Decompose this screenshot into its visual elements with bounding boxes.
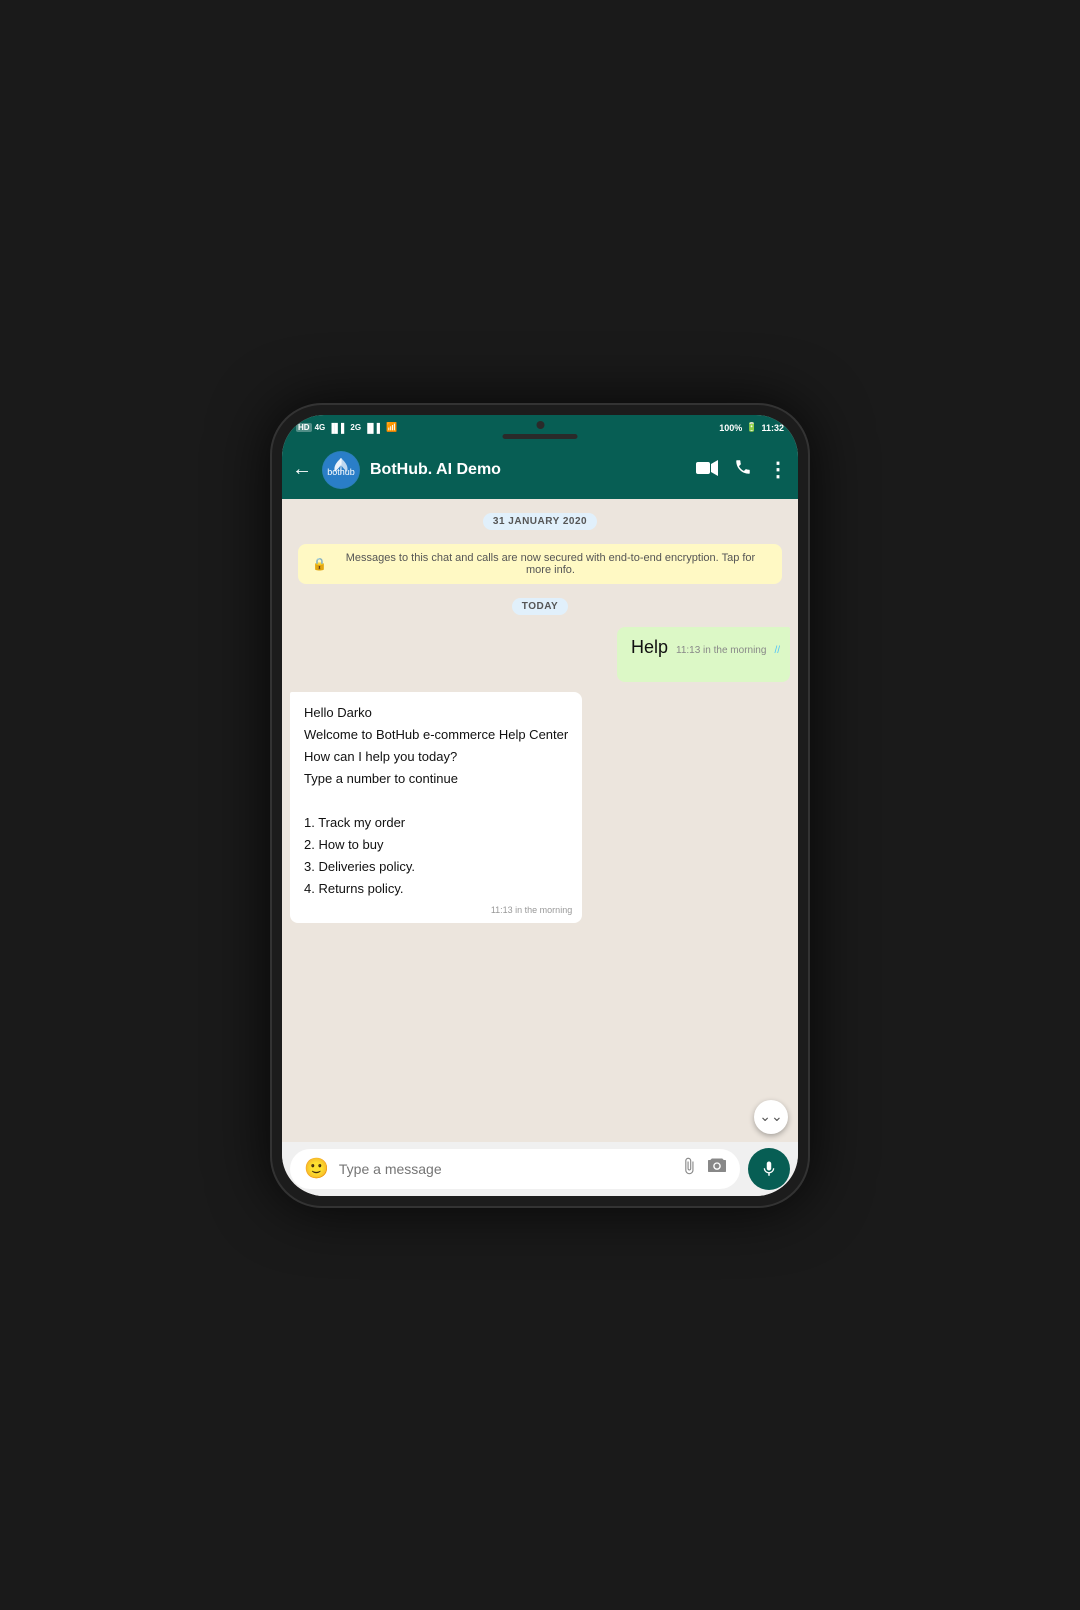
- sent-message-time: 11:13 in the morning: [676, 644, 766, 658]
- hd-indicator: HD: [296, 423, 312, 432]
- encryption-text: Messages to this chat and calls are now …: [333, 552, 768, 576]
- battery-icon: 🔋: [746, 422, 757, 433]
- chat-name: BotHub. AI Demo: [370, 461, 686, 479]
- chat-title-area: BotHub. AI Demo: [370, 461, 686, 479]
- bot-message-bubble: Hello Darko Welcome to BotHub e-commerce…: [290, 692, 582, 923]
- mic-button[interactable]: [748, 1148, 790, 1190]
- emoji-icon[interactable]: 🙂: [304, 1156, 329, 1181]
- network-4g: 4G: [315, 423, 326, 432]
- network-2g: 2G: [350, 423, 361, 432]
- check-marks: //: [774, 644, 780, 658]
- encryption-notice[interactable]: 🔒 Messages to this chat and calls are no…: [298, 544, 782, 584]
- signal-bars-1: ▐▌▌: [328, 423, 347, 433]
- video-call-icon[interactable]: [696, 460, 718, 480]
- bot-welcome: Welcome to BotHub e-commerce Help Center: [304, 724, 568, 746]
- avatar[interactable]: bothub: [322, 451, 360, 489]
- bot-option-1: 1. Track my order: [304, 812, 568, 834]
- scroll-down-button[interactable]: ⌄⌄: [754, 1100, 788, 1134]
- more-options-icon[interactable]: ⋮: [768, 457, 788, 482]
- bot-instruction: Type a number to continue: [304, 768, 568, 790]
- header-icons: ⋮: [696, 457, 788, 482]
- mic-icon: [760, 1160, 778, 1178]
- bothub-logo-svg: bothub: [323, 452, 359, 488]
- message-input-container[interactable]: 🙂: [290, 1149, 740, 1189]
- sent-message-text: Help: [631, 635, 668, 660]
- wifi-icon: 📶: [386, 422, 397, 433]
- bot-option-2: 2. How to buy: [304, 834, 568, 856]
- phone-call-icon[interactable]: [734, 458, 752, 481]
- chat-header: ← bothub BotHub. AI Demo: [282, 441, 798, 499]
- lock-icon: 🔒: [312, 557, 327, 571]
- status-right: 100% 🔋 11:32: [719, 422, 784, 433]
- sent-message-bubble: Help 11:13 in the morning //: [617, 627, 790, 682]
- date-divider: 31 JANUARY 2020: [483, 513, 597, 530]
- bot-option-4: 4. Returns policy.: [304, 878, 568, 900]
- input-bar: 🙂: [282, 1142, 798, 1196]
- sent-message-row: Help 11:13 in the morning //: [290, 627, 790, 682]
- message-input[interactable]: [339, 1161, 670, 1177]
- chat-area[interactable]: 31 JANUARY 2020 🔒 Messages to this chat …: [282, 499, 798, 1142]
- signal-bars-2: ▐▌▌: [364, 423, 383, 433]
- phone-screen: HD 4G ▐▌▌ 2G ▐▌▌ 📶 100% 🔋 11:32 ← bothub: [282, 415, 798, 1196]
- clock: 11:32: [761, 423, 784, 433]
- battery-percent: 100%: [719, 423, 742, 433]
- bot-greeting: Hello Darko: [304, 702, 568, 724]
- phone-frame: HD 4G ▐▌▌ 2G ▐▌▌ 📶 100% 🔋 11:32 ← bothub: [270, 403, 810, 1208]
- status-left: HD 4G ▐▌▌ 2G ▐▌▌ 📶: [296, 422, 397, 433]
- bot-option-3: 3. Deliveries policy.: [304, 856, 568, 878]
- bot-message-time: 11:13 in the morning: [491, 903, 572, 918]
- camera-icon[interactable]: [708, 1157, 726, 1180]
- chevron-down-icon: ⌄⌄: [759, 1108, 782, 1125]
- bot-question: How can I help you today?: [304, 746, 568, 768]
- sent-message-content: Help 11:13 in the morning //: [631, 635, 780, 660]
- today-divider: TODAY: [512, 598, 568, 615]
- back-button[interactable]: ←: [292, 458, 312, 481]
- attachment-icon[interactable]: [680, 1157, 698, 1180]
- bot-message-row: Hello Darko Welcome to BotHub e-commerce…: [290, 692, 790, 923]
